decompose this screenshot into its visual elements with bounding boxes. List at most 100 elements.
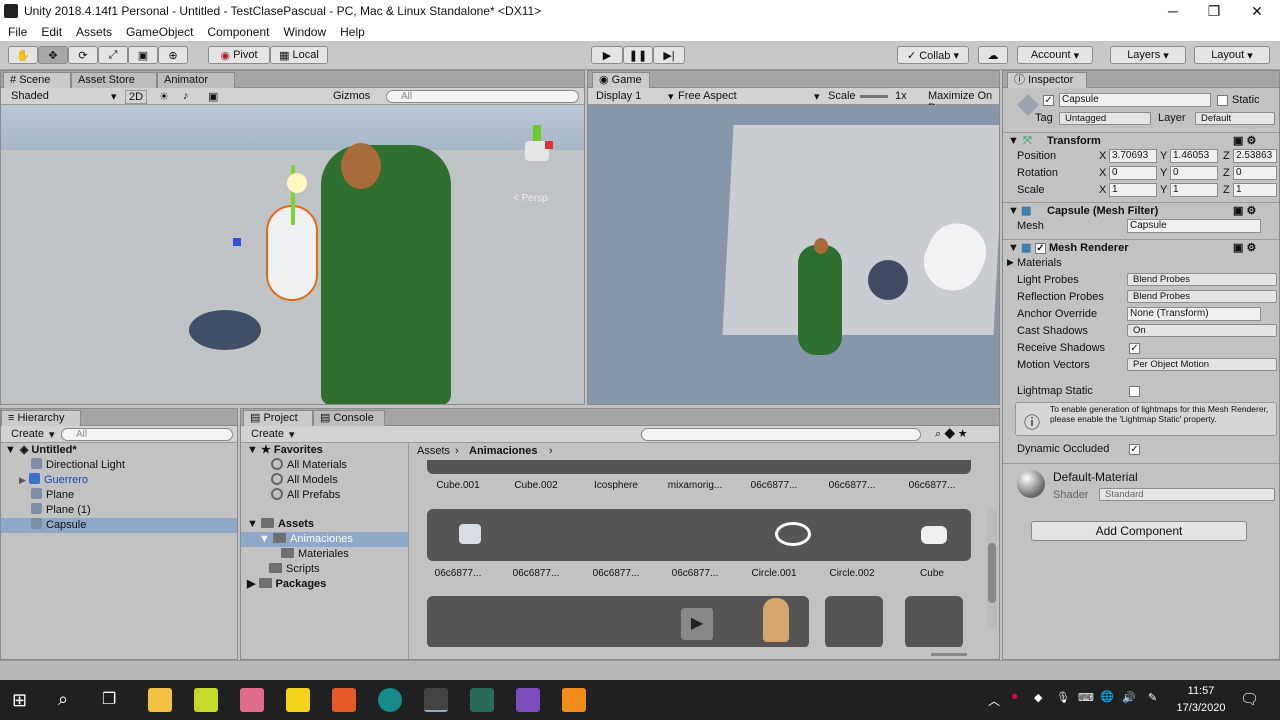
aspect-dropdown[interactable]: Free Aspect <box>678 90 737 102</box>
clock-date[interactable]: 17/3/2020 <box>1172 702 1230 714</box>
anchor-override-field[interactable]: None (Transform) <box>1127 307 1261 321</box>
filter-icons[interactable]: ⌕ ◆ ★ <box>935 428 967 441</box>
asset-item[interactable]: mixamorig... <box>660 480 730 491</box>
audio-toggle-icon[interactable]: ♪ <box>183 90 189 102</box>
transform-tool-button[interactable]: ⊕ <box>158 46 188 64</box>
shading-dropdown[interactable]: Shaded <box>11 90 49 102</box>
favorites-item[interactable]: All Models <box>241 473 408 488</box>
shader-dropdown[interactable]: Standard <box>1099 488 1275 501</box>
file-explorer-icon[interactable] <box>148 688 172 712</box>
assets-header[interactable]: ▼ Assets <box>241 517 408 532</box>
record-icon[interactable]: ⏺ <box>1012 691 1018 704</box>
2d-toggle[interactable]: 2D <box>125 90 148 104</box>
brave-browser-icon[interactable] <box>332 688 356 712</box>
thumbnail-size-slider[interactable] <box>931 653 967 656</box>
scale-slider[interactable] <box>860 95 888 98</box>
light-probes-dropdown[interactable]: Blend Probes <box>1127 273 1277 286</box>
pen-icon[interactable]: ✎ <box>1148 691 1157 704</box>
tray-chevron-icon[interactable]: ︿ <box>988 692 1000 709</box>
close-button[interactable]: ✕ <box>1236 0 1278 22</box>
menu-edit[interactable]: Edit <box>34 25 69 39</box>
menu-assets[interactable]: Assets <box>69 25 119 39</box>
menu-window[interactable]: Window <box>276 25 333 39</box>
project-create-dropdown[interactable]: Create <box>251 428 284 440</box>
effects-toggle-icon[interactable]: ▣ <box>208 90 218 103</box>
position-z-field[interactable]: 2.53863 <box>1233 149 1277 163</box>
scrollbar-thumb[interactable] <box>988 543 996 603</box>
game-viewport[interactable] <box>588 105 999 404</box>
asset-item[interactable]: Cube.002 <box>501 480 571 491</box>
breadcrumb-animaciones[interactable]: Animaciones <box>469 445 537 457</box>
motion-vectors-dropdown[interactable]: Per Object Motion <box>1127 358 1277 371</box>
favorites-item[interactable]: All Materials <box>241 458 408 473</box>
component-settings-icon[interactable]: ▣ ⚙ <box>1233 204 1256 217</box>
search-icon[interactable]: ⌕ <box>58 689 68 710</box>
pivot-toggle[interactable]: ◉ Pivot <box>208 46 270 64</box>
position-x-field[interactable]: 3.70693 <box>1109 149 1157 163</box>
add-component-button[interactable]: Add Component <box>1031 521 1247 541</box>
renderer-enabled-checkbox[interactable]: ✓ <box>1035 243 1046 254</box>
minimize-button[interactable]: ─ <box>1152 0 1194 22</box>
favorites-item[interactable]: All Prefabs <box>241 488 408 503</box>
hand-tool-button[interactable]: ✋ <box>8 46 38 64</box>
notifications-icon[interactable]: 🗨 <box>1240 690 1259 708</box>
asset-item[interactable]: 06c6877... <box>817 480 887 491</box>
scale-y-field[interactable]: 1 <box>1170 183 1218 197</box>
lightmap-static-checkbox[interactable] <box>1129 386 1140 397</box>
project-search-input[interactable] <box>641 428 921 441</box>
anim-thumb-b[interactable] <box>905 596 963 647</box>
edge-browser-icon[interactable] <box>378 688 402 712</box>
persp-label[interactable]: < Persp <box>513 193 548 204</box>
folder-item[interactable]: Materiales <box>241 547 408 562</box>
meshfilter-header[interactable]: ▼ ▦ Capsule (Mesh Filter) ▣ ⚙ <box>1003 202 1279 219</box>
unity-taskbar-icon[interactable] <box>424 688 448 712</box>
breadcrumb-assets[interactable]: Assets <box>417 445 450 457</box>
asset-item[interactable]: 06c6877... <box>423 568 493 579</box>
hierarchy-item[interactable]: Plane (1) <box>1 503 237 518</box>
scale-x-field[interactable]: 1 <box>1109 183 1157 197</box>
meshrenderer-header[interactable]: ▼ ▦ ✓ Mesh Renderer ▣ ⚙ <box>1003 239 1279 256</box>
component-settings-icon[interactable]: ▣ ⚙ <box>1233 134 1256 147</box>
object-name-field[interactable]: Capsule <box>1059 93 1211 107</box>
asset-item[interactable]: Circle.002 <box>817 568 887 579</box>
asset-item[interactable]: Cube <box>897 568 967 579</box>
visual-studio-icon[interactable] <box>516 688 540 712</box>
local-toggle[interactable]: ▦ Local <box>270 46 328 64</box>
pause-button[interactable]: ❚❚ <box>623 46 653 64</box>
menu-gameobject[interactable]: GameObject <box>119 25 200 39</box>
z-axis-gizmo[interactable] <box>233 238 241 246</box>
display-dropdown[interactable]: Display 1 <box>596 90 641 102</box>
asset-item[interactable]: 06c6877... <box>581 568 651 579</box>
dynamic-occluded-checkbox[interactable]: ✓ <box>1129 444 1140 455</box>
hierarchy-item[interactable]: Plane <box>1 488 237 503</box>
layout-dropdown[interactable]: Layout ▾ <box>1194 46 1270 64</box>
paint-app-icon[interactable] <box>240 688 264 712</box>
sticky-notes-icon[interactable] <box>286 688 310 712</box>
windows-start-icon[interactable]: ⊞ <box>12 690 27 711</box>
scene-search-input[interactable]: All <box>386 90 579 103</box>
tab-inspector[interactable]: ⓘ Inspector <box>1007 72 1087 88</box>
folder-item-selected[interactable]: ▼ Animaciones <box>241 532 408 547</box>
hierarchy-search-input[interactable]: All <box>61 428 233 441</box>
tab-scene[interactable]: # Scene <box>3 72 71 88</box>
cast-shadows-dropdown[interactable]: On <box>1127 324 1277 337</box>
reflection-probes-dropdown[interactable]: Blend Probes <box>1127 290 1277 303</box>
task-view-icon[interactable]: ❐ <box>102 689 116 709</box>
asset-item[interactable]: Cube.001 <box>423 480 493 491</box>
asset-item[interactable]: 06c6877... <box>501 568 571 579</box>
move-tool-button[interactable]: ✥ <box>38 46 68 64</box>
material-section[interactable]: Default-Material Shader Standard <box>1003 463 1279 507</box>
step-button[interactable]: ▶| <box>653 46 685 64</box>
tab-console[interactable]: ▤ Console <box>313 410 385 426</box>
scene-root-row[interactable]: ▼ ◈ Untitled* <box>1 443 237 458</box>
asset-item[interactable]: 06c6877... <box>739 480 809 491</box>
menu-component[interactable]: Component <box>200 25 276 39</box>
scale-tool-button[interactable]: ⤢ <box>98 46 128 64</box>
anim-thumb-a[interactable] <box>825 596 883 647</box>
keyboard-icon[interactable]: ⌨ <box>1078 691 1094 704</box>
tray-app-icon[interactable]: ◆ <box>1034 691 1042 704</box>
rotation-y-field[interactable]: 0 <box>1170 166 1218 180</box>
active-checkbox[interactable]: ✓ <box>1043 95 1054 106</box>
asset-item[interactable]: Circle.001 <box>739 568 809 579</box>
menu-file[interactable]: File <box>0 25 34 39</box>
